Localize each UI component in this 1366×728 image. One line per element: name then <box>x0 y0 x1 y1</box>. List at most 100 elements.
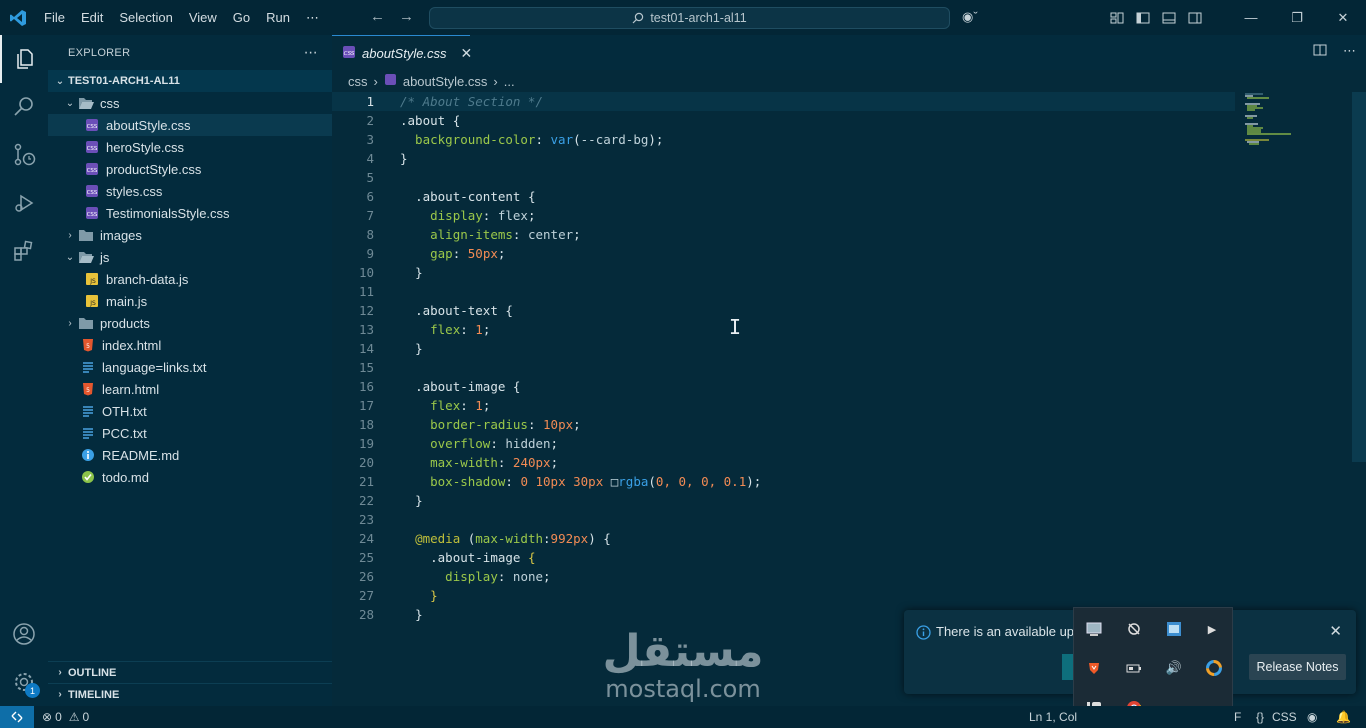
menu-file[interactable]: File <box>36 10 73 25</box>
file-item[interactable]: CSS aboutStyle.css <box>48 114 332 136</box>
copilot-icon[interactable]: ◉ˇ <box>962 9 978 25</box>
folder-item[interactable]: › images <box>48 224 332 246</box>
code-line[interactable]: 16 .about-image { <box>332 377 1235 396</box>
editor-scrollbar[interactable] <box>1352 92 1366 462</box>
eol-indicator[interactable]: F <box>1234 710 1241 724</box>
code-line[interactable]: 4} <box>332 149 1235 168</box>
language-mode[interactable]: CSS <box>1272 710 1297 724</box>
remote-indicator-icon[interactable] <box>0 706 34 728</box>
toggle-panel-icon[interactable] <box>1156 11 1182 25</box>
folder-item[interactable]: ⌄ css <box>48 92 332 114</box>
code-line[interactable]: 1 /* About Section */ <box>332 92 1235 111</box>
cursor-position[interactable]: Ln 1, Col <box>1029 710 1077 724</box>
code-line[interactable]: 15 <box>332 358 1235 377</box>
code-line[interactable]: 14 } <box>332 339 1235 358</box>
code-line[interactable]: 2 .about { <box>332 111 1235 130</box>
code-line[interactable]: 26 display: none; <box>332 567 1235 586</box>
colorful-app-icon[interactable] <box>1204 658 1224 678</box>
play-arrow-icon[interactable]: ▶ <box>1202 619 1222 639</box>
file-item[interactable]: JS main.js <box>48 290 332 312</box>
monitor-icon[interactable] <box>1084 619 1104 639</box>
app-window-icon[interactable] <box>1164 619 1184 639</box>
code-line[interactable]: 13 flex: 1; <box>332 320 1235 339</box>
minimap[interactable] <box>1243 92 1303 152</box>
file-item[interactable]: 5 index.html <box>48 334 332 356</box>
file-item[interactable]: PCC.txt <box>48 422 332 444</box>
code-line[interactable]: 23 <box>332 510 1235 529</box>
code-line[interactable]: 22 } <box>332 491 1235 510</box>
code-line[interactable]: 12 .about-text { <box>332 301 1235 320</box>
file-item[interactable]: CSS heroStyle.css <box>48 136 332 158</box>
problems-indicator[interactable]: ⊗ 0 ⚠ 0 <box>42 710 89 724</box>
file-item[interactable]: CSS TestimonialsStyle.css <box>48 202 332 224</box>
file-item[interactable]: language=links.txt <box>48 356 332 378</box>
split-editor-icon[interactable] <box>1313 43 1327 60</box>
file-item[interactable]: 5 learn.html <box>48 378 332 400</box>
file-item[interactable]: OTH.txt <box>48 400 332 422</box>
brave-icon[interactable] <box>1084 658 1104 678</box>
extensions-icon[interactable] <box>0 227 48 275</box>
menu-edit[interactable]: Edit <box>73 10 111 25</box>
code-line[interactable]: 27 } <box>332 586 1235 605</box>
timeline-section[interactable]: › TIMELINE <box>48 683 332 705</box>
command-center-search[interactable]: test01-arch1-al11 <box>429 7 950 29</box>
back-arrow-icon[interactable]: ← <box>370 8 385 25</box>
code-line[interactable]: 11 <box>332 282 1235 301</box>
close-window-button[interactable]: ✕ <box>1320 0 1366 35</box>
code-line[interactable]: 10 } <box>332 263 1235 282</box>
file-item[interactable]: JS branch-data.js <box>48 268 332 290</box>
network-tool-icon[interactable] <box>1124 619 1144 639</box>
source-control-icon[interactable] <box>0 131 48 179</box>
accounts-icon[interactable] <box>0 610 48 658</box>
close-tab-icon[interactable]: ✕ <box>461 45 473 62</box>
code-line[interactable]: 6 .about-content { <box>332 187 1235 206</box>
breadcrumb-symbol[interactable]: ... <box>504 74 515 89</box>
battery-icon[interactable] <box>1124 658 1144 678</box>
folder-item[interactable]: › products <box>48 312 332 334</box>
folder-item[interactable]: ⌄ js <box>48 246 332 268</box>
explorer-icon[interactable] <box>0 35 48 83</box>
volume-icon[interactable]: 🔊 <box>1164 658 1184 678</box>
code-line[interactable]: 21 box-shadow: 0 10px 30px □rgba(0, 0, 0… <box>332 472 1235 491</box>
code-line[interactable]: 20 max-width: 240px; <box>332 453 1235 472</box>
code-line[interactable]: 5 <box>332 168 1235 187</box>
code-line[interactable]: 9 gap: 50px; <box>332 244 1235 263</box>
outline-section[interactable]: › OUTLINE <box>48 661 332 683</box>
minimize-button[interactable]: — <box>1228 0 1274 35</box>
notifications-bell-icon[interactable]: 🔔 <box>1336 710 1351 724</box>
file-item[interactable]: CSS styles.css <box>48 180 332 202</box>
settings-gear-icon[interactable]: 1 <box>0 658 48 706</box>
more-actions-icon[interactable]: ⋯ <box>1343 43 1356 60</box>
run-debug-icon[interactable] <box>0 179 48 227</box>
workspace-root[interactable]: ⌄ TEST01-ARCH1-AL11 <box>48 70 332 92</box>
tab-aboutstyle-css[interactable]: CSS aboutStyle.css ✕ <box>332 35 473 70</box>
customize-layout-icon[interactable] <box>1104 11 1130 25</box>
code-line[interactable]: 8 align-items: center; <box>332 225 1235 244</box>
file-item[interactable]: CSS productStyle.css <box>48 158 332 180</box>
explorer-more-button[interactable]: ⋯ <box>304 44 318 61</box>
toggle-sidebar-icon[interactable] <box>1130 11 1156 25</box>
code-line[interactable]: 24 @media (max-width:992px) { <box>332 529 1235 548</box>
menu-go[interactable]: Go <box>225 10 258 25</box>
breadcrumb-file[interactable]: aboutStyle.css <box>403 74 488 89</box>
file-item[interactable]: todo.md <box>48 466 332 488</box>
code-line[interactable]: 25 .about-image { <box>332 548 1235 567</box>
menu-more[interactable]: ⋯ <box>298 10 327 26</box>
restore-button[interactable]: ❐ <box>1274 0 1320 35</box>
breadcrumb-folder[interactable]: css <box>348 74 368 89</box>
code-editor[interactable]: 1/* About Section */2 .about {3 backgroun… <box>332 92 1366 652</box>
code-line[interactable]: 17 flex: 1; <box>332 396 1235 415</box>
release-notes-button[interactable]: Release Notes <box>1249 654 1346 680</box>
menu-view[interactable]: View <box>181 10 225 25</box>
code-line[interactable]: 19 overflow: hidden; <box>332 434 1235 453</box>
close-notification-icon[interactable]: ✕ <box>1329 622 1342 640</box>
forward-arrow-icon[interactable]: → <box>399 8 414 25</box>
search-view-icon[interactable] <box>0 83 48 131</box>
menu-run[interactable]: Run <box>258 10 298 25</box>
code-line[interactable]: 3 background-color: var(--card-bg); <box>332 130 1235 149</box>
code-line[interactable]: 7 display: flex; <box>332 206 1235 225</box>
code-line[interactable]: 18 border-radius: 10px; <box>332 415 1235 434</box>
menu-selection[interactable]: Selection <box>111 10 180 25</box>
toggle-secondary-sidebar-icon[interactable] <box>1182 11 1208 25</box>
copilot-status-icon[interactable]: ◉ <box>1307 710 1317 724</box>
